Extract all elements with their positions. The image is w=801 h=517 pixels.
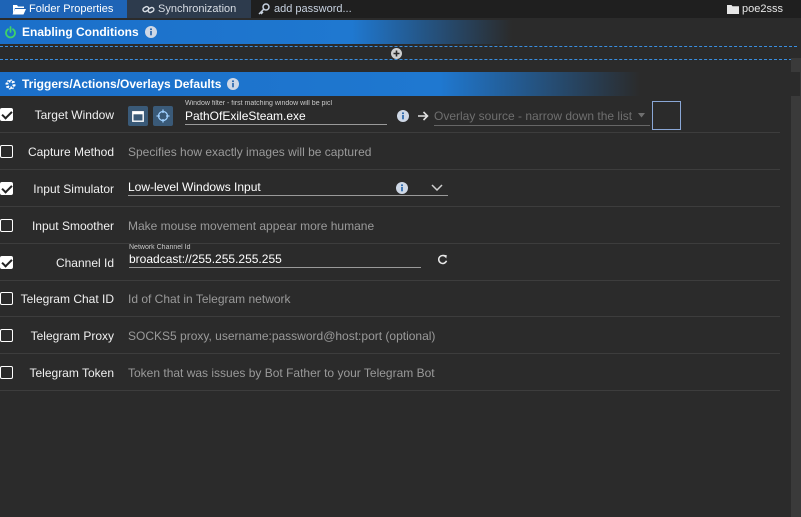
row-telegram-proxy: Telegram Proxy SOCKS5 proxy, username:pa… [0, 317, 780, 354]
input-smoother-input[interactable]: Make mouse movement appear more humane [128, 207, 374, 244]
channel-id-hint: Network Channel Id [129, 244, 191, 251]
row-label: Telegram Chat ID [20, 291, 114, 306]
input-smoother-checkbox[interactable] [0, 219, 13, 232]
enabling-conditions-header[interactable]: Enabling Conditions [0, 20, 640, 44]
triggers-defaults-header[interactable]: Triggers/Actions/Overlays Defaults [0, 72, 800, 96]
capture-method-checkbox[interactable] [0, 145, 13, 158]
tab-synchronization[interactable]: Synchronization [127, 0, 251, 18]
tab-label: Synchronization [158, 3, 237, 15]
section-title: Triggers/Actions/Overlays Defaults [22, 77, 222, 91]
refresh-icon[interactable] [437, 254, 448, 265]
plus-circle-icon[interactable] [391, 48, 402, 59]
channel-id-checkbox[interactable] [0, 256, 13, 269]
input-simulator-checkbox[interactable] [0, 182, 13, 195]
row-input-smoother: Input Smoother Make mouse movement appea… [0, 207, 780, 244]
row-label: Telegram Proxy [30, 328, 114, 343]
overlay-source-placeholder: Overlay source - narrow down the list [434, 109, 633, 123]
profile-folder[interactable]: poe2sss [727, 0, 783, 18]
profile-name: poe2sss [742, 3, 783, 15]
row-label: Telegram Token [29, 365, 115, 380]
chevron-down-icon[interactable] [431, 184, 443, 191]
section-title: Enabling Conditions [22, 25, 139, 39]
row-label: Input Simulator [33, 181, 114, 196]
telegram-chat-id-input[interactable]: Id of Chat in Telegram network [128, 280, 291, 317]
crosshair-icon [156, 109, 170, 123]
crosshair-pick-button[interactable] [153, 106, 173, 126]
info-icon[interactable] [144, 26, 157, 38]
row-label: Input Smoother [31, 218, 114, 233]
gear-icon [4, 78, 17, 91]
link-icon [141, 3, 155, 15]
window-select-button[interactable] [128, 106, 148, 126]
telegram-proxy-input[interactable]: SOCKS5 proxy, username:password@host:por… [128, 317, 435, 354]
row-telegram-chat-id: Telegram Chat ID Id of Chat in Telegram … [0, 280, 780, 317]
overlay-source-select[interactable]: Overlay source - narrow down the list [434, 107, 650, 126]
info-icon[interactable] [396, 182, 408, 194]
row-label: Target Window [34, 107, 114, 122]
tab-bar: Folder Properties Synchronization add pa… [0, 0, 801, 18]
tab-folder-properties[interactable]: Folder Properties [0, 0, 127, 18]
capture-method-input[interactable]: Specifies how exactly images will be cap… [128, 133, 371, 170]
power-icon [4, 25, 17, 39]
scrollbar[interactable] [791, 58, 801, 517]
row-channel-id: Channel Id Network Channel Id broadcast:… [0, 244, 780, 281]
overlay-preview-box[interactable] [652, 101, 681, 130]
telegram-token-input[interactable]: Token that was issues by Bot Father to y… [128, 354, 435, 391]
key-icon [257, 3, 271, 15]
add-password-link[interactable]: add password... [257, 0, 352, 18]
info-icon[interactable] [397, 110, 409, 122]
window-filter-input[interactable]: PathOfExileSteam.exe [185, 108, 387, 125]
caret-down-icon [638, 113, 645, 118]
row-label: Capture Method [27, 144, 114, 159]
folder-icon [727, 4, 740, 14]
arrow-right-icon [418, 111, 430, 121]
add-password-label: add password... [274, 3, 352, 15]
window-icon [132, 110, 144, 122]
target-window-checkbox[interactable] [0, 108, 13, 121]
telegram-token-checkbox[interactable] [0, 366, 13, 379]
row-label: Channel Id [55, 255, 114, 270]
tab-label: Folder Properties [29, 3, 114, 15]
folder-open-icon [12, 3, 26, 15]
window-filter-hint: Window filter - first matching window wi… [185, 100, 333, 107]
telegram-chat-id-checkbox[interactable] [0, 292, 13, 305]
row-input-simulator: Input Simulator Low-level Windows Input [0, 170, 780, 207]
info-icon[interactable] [227, 78, 240, 90]
telegram-proxy-checkbox[interactable] [0, 329, 13, 342]
channel-id-input[interactable]: broadcast://255.255.255.255 [129, 251, 421, 268]
row-capture-method: Capture Method Specifies how exactly ima… [0, 133, 780, 170]
add-condition-dropzone[interactable] [0, 46, 797, 60]
row-telegram-token: Telegram Token Token that was issues by … [0, 354, 780, 391]
